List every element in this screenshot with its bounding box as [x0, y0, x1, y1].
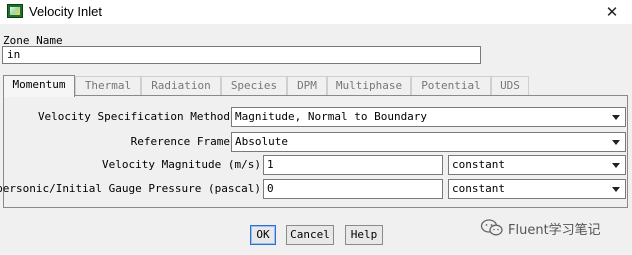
velocity-magnitude-method-dropdown[interactable]: constant	[448, 155, 626, 175]
gauge-pressure-input[interactable]: 0	[263, 179, 443, 199]
tab-species[interactable]: Species	[221, 76, 287, 96]
help-button[interactable]: Help	[345, 225, 383, 245]
velocity-spec-label: Velocity Specification Method	[37, 110, 230, 123]
tab-potential[interactable]: Potential	[411, 76, 491, 96]
fluent-app-icon	[7, 4, 23, 18]
tab-dpm[interactable]: DPM	[287, 76, 327, 96]
reference-frame-label: Reference Frame	[130, 135, 230, 148]
velocity-spec-dropdown[interactable]: Magnitude, Normal to Boundary	[231, 107, 626, 127]
close-icon[interactable]: ✕	[600, 0, 624, 24]
watermark-text: Fluent学习笔记	[508, 223, 601, 238]
velocity-magnitude-input[interactable]: 1	[263, 155, 443, 175]
chevron-down-icon	[612, 163, 620, 168]
wechat-icon	[480, 219, 503, 236]
zone-name-input[interactable]: in	[2, 46, 481, 64]
tab-thermal[interactable]: Thermal	[75, 76, 141, 96]
cancel-button[interactable]: Cancel	[286, 225, 334, 245]
velocity-spec-value: Magnitude, Normal to Boundary	[235, 110, 428, 123]
velocity-magnitude-label: Velocity Magnitude (m/s)	[102, 158, 261, 171]
tab-uds[interactable]: UDS	[491, 76, 529, 96]
chevron-down-icon	[612, 187, 620, 192]
gauge-pressure-label: Supersonic/Initial Gauge Pressure (pasca…	[0, 182, 261, 195]
reference-frame-value: Absolute	[235, 135, 288, 148]
tab-radiation[interactable]: Radiation	[141, 76, 221, 96]
chevron-down-icon	[612, 140, 620, 145]
gauge-pressure-method-dropdown[interactable]: constant	[448, 179, 626, 199]
title-bar: Velocity Inlet ✕	[0, 0, 632, 24]
window-title: Velocity Inlet	[29, 4, 102, 19]
gauge-pressure-method-value: constant	[452, 182, 505, 195]
tab-multiphase[interactable]: Multiphase	[327, 76, 411, 96]
ok-button[interactable]: OK	[250, 225, 276, 245]
reference-frame-dropdown[interactable]: Absolute	[231, 132, 626, 152]
tab-momentum[interactable]: Momentum	[3, 75, 75, 97]
chevron-down-icon	[612, 115, 620, 120]
velocity-magnitude-method-value: constant	[452, 158, 505, 171]
momentum-panel: Velocity Specification Method Magnitude,…	[0, 95, 628, 208]
